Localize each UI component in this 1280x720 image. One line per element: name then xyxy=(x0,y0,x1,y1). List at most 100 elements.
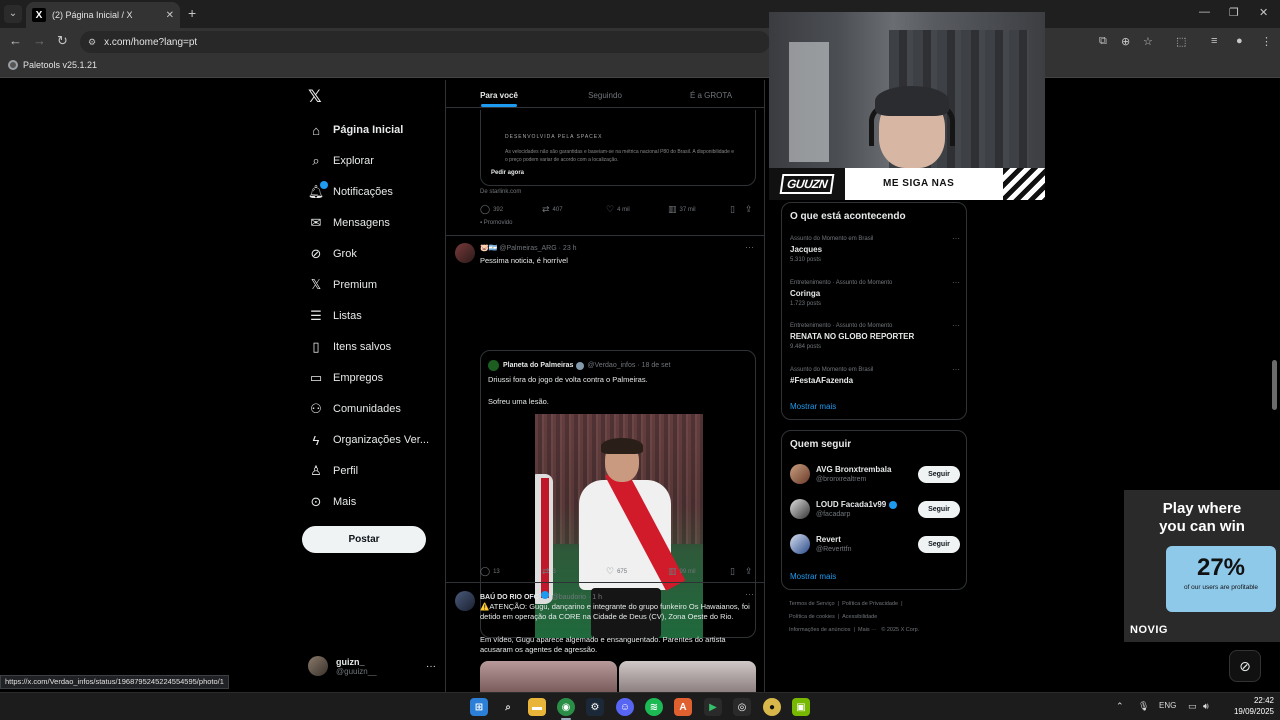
more-dots-icon[interactable]: ··· xyxy=(745,589,754,599)
spotify-icon[interactable]: ≋ xyxy=(645,698,663,716)
post-handle[interactable]: @Palmeiras_ARG xyxy=(499,245,556,252)
more-dots-icon[interactable]: ··· xyxy=(952,234,960,243)
footer-link[interactable]: Termos de Serviço xyxy=(789,601,835,607)
more-dots-icon[interactable]: ··· xyxy=(745,242,754,252)
reply-button[interactable]: ◯ 13 xyxy=(480,566,542,577)
close-window-icon[interactable]: ✕ xyxy=(1259,6,1268,19)
like-button[interactable]: ♡ 4 mil xyxy=(606,204,668,215)
more-dots-icon[interactable]: ··· xyxy=(952,321,960,330)
play-icon[interactable]: ▶ xyxy=(704,698,722,716)
more-dots-icon[interactable]: ··· xyxy=(952,278,960,287)
reading-list-icon[interactable]: ≡ xyxy=(1211,35,1217,47)
tab-search-icon[interactable]: ⌄ xyxy=(4,5,22,23)
nav-item-jobs[interactable]: ▭ Empregos xyxy=(308,368,383,388)
tab-close-icon[interactable]: ✕ xyxy=(166,10,174,21)
menu-icon[interactable]: ⋮ xyxy=(1261,35,1272,48)
avatar[interactable] xyxy=(455,243,475,263)
x-logo-icon[interactable]: 𝕏 xyxy=(308,87,322,107)
footer-link[interactable]: Mais ··· xyxy=(858,627,877,633)
trend-item[interactable]: Assunto do Momento em Brasil #FestaAFaze… xyxy=(790,365,960,385)
forward-icon[interactable]: → xyxy=(33,34,46,48)
post-name[interactable]: BAÚ DO RIO OFC xyxy=(480,594,539,601)
views-button[interactable]: ▥ 37 mil xyxy=(668,204,730,215)
app-yellow-icon[interactable]: ● xyxy=(763,698,781,716)
trend-item[interactable]: Entretenimento · Assunto do Momento RENA… xyxy=(790,321,960,350)
tab-e-a-grota[interactable]: É a GROTA xyxy=(658,80,764,107)
more-dots-icon[interactable]: ··· xyxy=(952,365,960,374)
site-info-icon[interactable]: ⚙ xyxy=(88,37,96,48)
maximize-icon[interactable]: ❐ xyxy=(1229,6,1239,19)
trends-show-more-link[interactable]: Mostrar mais xyxy=(790,402,836,411)
tab-following[interactable]: Seguindo xyxy=(552,80,658,107)
profile-icon[interactable]: ● xyxy=(1236,35,1243,47)
start-icon[interactable]: ⊞ xyxy=(470,698,488,716)
nav-item-bookmarks[interactable]: ▯ Itens salvos xyxy=(308,337,391,357)
browser-tab[interactable]: X (2) Página Inicial / X ✕ xyxy=(26,2,180,28)
nav-item-verified-orgs[interactable]: ϟ Organizações Ver... xyxy=(308,430,429,450)
app-circle-icon[interactable]: ◎ xyxy=(733,698,751,716)
back-icon[interactable]: ← xyxy=(9,34,22,48)
nav-item-explore[interactable]: ⌕ Explorar xyxy=(308,151,374,171)
follow-suggestion[interactable]: Revert @Reverttfn Seguir xyxy=(790,532,960,556)
chrome-icon[interactable]: ◉ xyxy=(557,698,575,720)
repost-button[interactable]: ⇄ 3 xyxy=(542,566,606,577)
minimize-icon[interactable]: — xyxy=(1199,6,1210,18)
nav-item-notifications[interactable]: 🔔︎ Notificações xyxy=(308,181,393,202)
follow-suggestion[interactable]: AVG Bronxtrembala @bronxrealtrem Seguir xyxy=(790,462,960,486)
network-icon[interactable]: ▭ xyxy=(1188,701,1197,712)
ad-cta[interactable]: Pedir agora xyxy=(491,170,524,176)
follow-suggestion[interactable]: LOUD Facada1v99 @facadarp Seguir xyxy=(790,497,960,521)
ad-card[interactable]: DESENVOLVIDA PELA SPACEX As velocidades … xyxy=(480,110,756,186)
like-button[interactable]: ♡ 675 xyxy=(606,566,668,577)
post-media[interactable] xyxy=(480,661,756,692)
post-time[interactable]: 1 h xyxy=(592,594,602,601)
tray-overflow-icon[interactable]: ⌃ xyxy=(1116,701,1124,712)
ad-source[interactable]: De starlink.com xyxy=(480,189,521,195)
microphone-icon[interactable]: 🎙︎ xyxy=(1138,701,1149,712)
nav-item-home[interactable]: ⌂ Página Inicial xyxy=(308,120,403,140)
nav-item-lists[interactable]: ☰ Listas xyxy=(308,306,362,326)
tab-for-you[interactable]: Para você xyxy=(446,80,552,107)
extensions-icon[interactable]: ⬚ xyxy=(1176,35,1186,48)
footer-link[interactable]: Acessibilidade xyxy=(842,614,877,620)
volume-icon[interactable]: 🔊︎ xyxy=(1203,701,1209,712)
views-button[interactable]: ▥ 99 mil xyxy=(668,566,730,577)
search-icon[interactable]: ⌕ xyxy=(499,698,517,716)
post-time[interactable]: 23 h xyxy=(563,245,577,252)
nvidia-icon[interactable]: ▣ xyxy=(792,698,810,716)
zoom-icon[interactable]: ⊕ xyxy=(1121,35,1130,48)
system-clock[interactable]: 22:42 19/09/2025 xyxy=(1222,695,1274,717)
follow-show-more-link[interactable]: Mostrar mais xyxy=(790,572,836,581)
language-indicator[interactable]: ENG xyxy=(1159,701,1176,710)
avatar[interactable] xyxy=(455,591,475,611)
bookmark-icon[interactable]: ▯ xyxy=(730,204,735,215)
post-media-right[interactable] xyxy=(619,661,756,692)
discord-icon[interactable]: ☺ xyxy=(616,698,634,716)
trend-item[interactable]: Entretenimento · Assunto do Momento Cori… xyxy=(790,278,960,307)
footer-link[interactable]: Política de cookies xyxy=(789,614,835,620)
post-media-left[interactable] xyxy=(480,661,617,692)
file-explorer-icon[interactable]: ▬ xyxy=(528,698,546,716)
more-dots-icon[interactable]: ··· xyxy=(426,661,436,672)
account-switcher[interactable]: guizn_ @guuizn__ ··· xyxy=(308,654,436,678)
nav-item-premium[interactable]: 𝕏 Premium xyxy=(308,275,377,295)
footer-link[interactable]: Informações de anúncios xyxy=(789,627,850,633)
post-button[interactable]: Postar xyxy=(302,526,426,553)
nav-item-more[interactable]: ⊙ Mais xyxy=(308,492,357,512)
timeline[interactable]: Para você Seguindo É a GROTA DESENVOLVID… xyxy=(445,80,765,692)
cast-icon[interactable]: ⧉ xyxy=(1099,35,1107,48)
app-a-icon[interactable]: A xyxy=(674,698,692,716)
nav-item-communities[interactable]: ⚇ Comunidades xyxy=(308,399,401,419)
reply-button[interactable]: ◯ 392 xyxy=(480,204,542,215)
footer-link[interactable]: Política de Privacidade xyxy=(842,601,898,607)
grok-floating-button[interactable]: ⊘ xyxy=(1229,650,1261,682)
follow-button[interactable]: Seguir xyxy=(918,465,960,483)
follow-button[interactable]: Seguir xyxy=(918,535,960,553)
nav-item-messages[interactable]: ✉ Mensagens xyxy=(308,213,390,233)
repost-button[interactable]: ⇄ 407 xyxy=(542,204,606,215)
bookmark-icon[interactable]: ▯ xyxy=(730,566,735,577)
reload-icon[interactable]: ↻ xyxy=(57,34,68,48)
new-tab-icon[interactable]: + xyxy=(188,5,196,21)
steam-icon[interactable]: ⚙ xyxy=(586,698,604,716)
nav-item-profile[interactable]: ♙ Perfil xyxy=(308,461,358,481)
